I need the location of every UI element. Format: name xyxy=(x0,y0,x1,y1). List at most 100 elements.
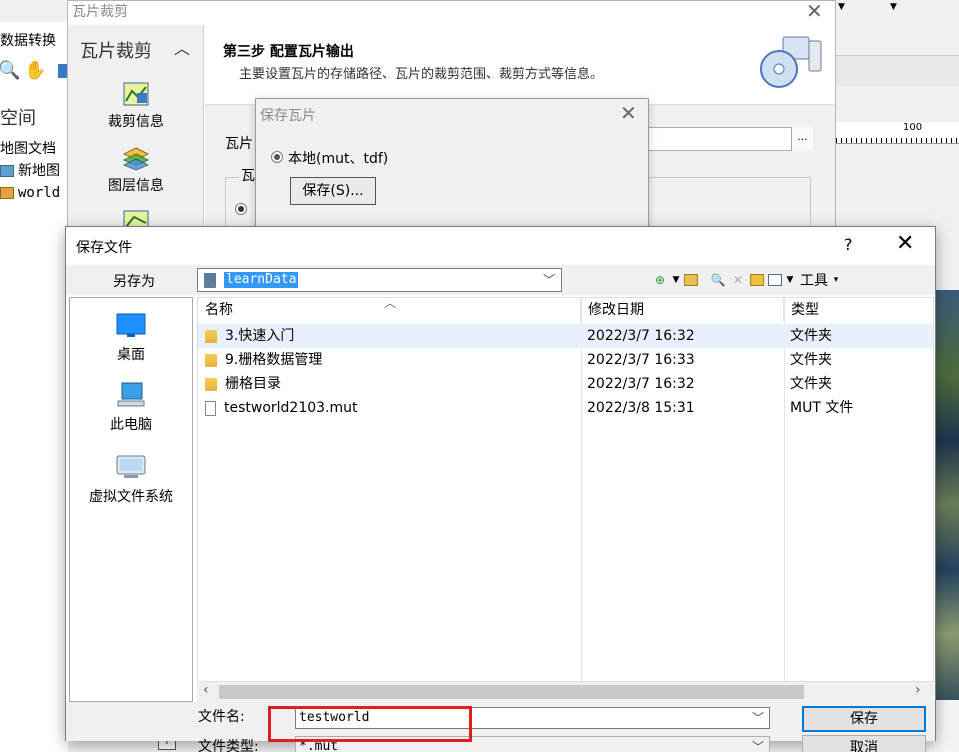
dropdown-arrow-icon[interactable]: ▼ xyxy=(838,2,845,12)
tile-sidebar: 瓦片裁剪 ︿ 裁剪信息 图层信息 xyxy=(68,25,204,241)
step-title: 第三步 配置瓦片输出 xyxy=(223,44,354,60)
cancel-button[interactable]: 取消 xyxy=(802,735,926,752)
tile-path-label: 瓦片 xyxy=(225,136,253,152)
layer-info-icon xyxy=(122,147,150,171)
new-map-icon xyxy=(0,165,14,177)
local-radio-label[interactable]: 本地(mut、tdf) xyxy=(288,148,388,168)
file-name-cell: 3.快速入门 xyxy=(205,324,294,348)
file-type: 文件夹 xyxy=(790,376,832,392)
file-date: 2022/3/7 16:32 xyxy=(587,376,695,392)
place-virtual-fs[interactable]: 虚拟文件系统 xyxy=(70,454,192,506)
search-icon[interactable]: 🔍 xyxy=(710,272,726,288)
file-type-label: 文件类型: xyxy=(198,739,259,752)
save-file-dialog: 保存文件 ? ✕ 另存为 learnData ﹀ ⊕ ▼ 🔍 ✕ ▼ 工具 ▾ xyxy=(65,226,936,752)
nav-item-clip-info[interactable]: 裁剪信息 xyxy=(68,81,204,131)
column-header-date[interactable]: 修改日期 xyxy=(581,298,784,322)
file-name-label: 文件名: xyxy=(198,709,245,725)
file-date: 2022/3/7 16:33 xyxy=(587,352,695,368)
chevron-down-icon[interactable]: ﹀ xyxy=(752,709,764,726)
save-tile-titlebar: 保存瓦片 ✕ xyxy=(256,99,648,129)
scroll-left-icon[interactable]: ‹ xyxy=(203,682,209,698)
save-tile-title: 保存瓦片 xyxy=(260,108,316,124)
place-desktop[interactable]: 桌面 xyxy=(70,312,192,364)
sidebar-title: 瓦片裁剪 xyxy=(80,41,152,62)
tile-dialog-title: 瓦片裁剪 xyxy=(72,4,128,20)
dropdown-arrow-icon[interactable]: ▼ xyxy=(672,272,680,288)
horizontal-scrollbar[interactable]: ‹ › xyxy=(197,682,934,702)
chevron-down-icon[interactable]: ﹀ xyxy=(543,271,555,288)
browse-button[interactable]: ... xyxy=(791,127,813,151)
tree-item-map-document[interactable]: 地图文档 xyxy=(0,138,68,160)
step-description: 主要设置瓦片的存储路径、瓦片的裁剪范围、裁剪方式等信息。 xyxy=(239,67,604,82)
file-list[interactable]: ︿ 名称 修改日期 类型 3.快速入门 2022/3/7 16:32 文件夹 9… xyxy=(197,297,934,682)
background-right-toolbar xyxy=(836,0,959,56)
chevron-up-icon[interactable]: ︿ xyxy=(174,35,190,59)
new-folder-icon[interactable] xyxy=(750,274,764,286)
tile-dialog-titlebar: 瓦片裁剪 ✕ xyxy=(68,0,835,23)
tree-item-label: 新地图 xyxy=(18,163,60,179)
file-row[interactable]: testworld2103.mut 2022/3/8 15:31 MUT 文件 xyxy=(198,396,933,420)
scrollbar-thumb[interactable] xyxy=(219,685,804,699)
zoom-icon[interactable]: 🔍 xyxy=(0,60,20,81)
nav-item-layer-info[interactable]: 图层信息 xyxy=(68,145,204,195)
close-icon[interactable]: ✕ xyxy=(896,231,914,256)
dropdown-arrow-icon[interactable]: ▾ xyxy=(832,272,840,288)
computer-icon xyxy=(117,382,145,407)
file-type: 文件夹 xyxy=(790,328,832,344)
chevron-down-icon[interactable]: ﹀ xyxy=(752,738,764,752)
scroll-right-icon[interactable]: › xyxy=(915,682,921,698)
close-icon[interactable]: ✕ xyxy=(806,0,823,23)
places-bar: 桌面 此电脑 虚拟文件系统 xyxy=(69,297,193,702)
file-type: MUT 文件 xyxy=(790,400,854,416)
nav-item-label: 图层信息 xyxy=(108,178,164,194)
back-icon[interactable]: ⊕ xyxy=(652,272,668,288)
place-label: 虚拟文件系统 xyxy=(89,489,173,505)
tile-path-input[interactable] xyxy=(645,127,813,151)
file-icon xyxy=(205,400,216,416)
local-radio[interactable] xyxy=(271,151,283,163)
workspace-tree: 地图文档 新地图 world xyxy=(0,138,68,204)
pan-hand-icon[interactable]: ✋ xyxy=(24,60,46,81)
save-in-label: 另存为 xyxy=(113,274,155,290)
save-button[interactable]: 保存 xyxy=(802,706,926,732)
column-header-name[interactable]: 名称 xyxy=(198,298,581,322)
dropdown-arrow-icon[interactable]: ▼ xyxy=(890,2,897,12)
place-this-pc[interactable]: 此电脑 xyxy=(70,382,192,434)
file-name-cell: testworld2103.mut xyxy=(205,396,358,420)
place-label: 此电脑 xyxy=(110,417,152,433)
desktop-icon xyxy=(116,313,146,337)
save-file-toolbar: 另存为 learnData ﹀ ⊕ ▼ 🔍 ✕ ▼ 工具 ▾ xyxy=(66,265,935,295)
delete-icon[interactable]: ✕ xyxy=(730,272,746,288)
file-row[interactable]: 3.快速入门 2022/3/7 16:32 文件夹 xyxy=(198,324,933,348)
file-date: 2022/3/8 15:31 xyxy=(587,400,695,416)
virtual-fs-icon xyxy=(116,455,146,478)
column-header-label: 修改日期 xyxy=(588,302,644,318)
view-menu-icon[interactable] xyxy=(768,274,782,286)
tree-item-label: world xyxy=(18,185,61,201)
tree-item-new-map[interactable]: 新地图 xyxy=(0,160,68,182)
ruler-label: 100 xyxy=(903,122,923,133)
tree-item-label: 地图文档 xyxy=(0,141,56,157)
save-file-footer: 文件名: testworld ﹀ 文件类型: *.mut ﹀ 保存 取消 xyxy=(66,702,935,752)
dropdown-arrow-icon[interactable]: ▼ xyxy=(786,272,794,288)
save-tile-button[interactable]: 保存(S)... xyxy=(290,177,376,205)
option-radio[interactable] xyxy=(235,203,247,215)
column-header-type[interactable]: 类型 xyxy=(784,298,933,322)
file-row[interactable]: 9.栅格数据管理 2022/3/7 16:33 文件夹 xyxy=(198,348,933,372)
help-button[interactable]: ? xyxy=(844,235,853,254)
location-value: learnData xyxy=(224,272,299,288)
ruler xyxy=(836,122,959,144)
file-toolbar-buttons: ⊕ ▼ 🔍 ✕ ▼ 工具 ▾ xyxy=(652,270,840,290)
file-row[interactable]: 栅格目录 2022/3/7 16:32 文件夹 xyxy=(198,372,933,396)
close-icon[interactable]: ✕ xyxy=(620,101,637,125)
location-combobox[interactable]: learnData ﹀ xyxy=(197,268,562,292)
tools-menu[interactable]: 工具 xyxy=(800,270,828,290)
data-convert-label[interactable]: 数据转换 xyxy=(0,30,56,50)
tree-item-world[interactable]: world xyxy=(0,182,68,204)
up-folder-icon[interactable] xyxy=(684,274,698,286)
folder-icon xyxy=(205,377,217,391)
column-header-label: 类型 xyxy=(791,302,819,318)
save-file-title: 保存文件 xyxy=(76,240,132,256)
file-name: 9.栅格数据管理 xyxy=(225,352,323,368)
tile-step-header: 第三步 配置瓦片输出 主要设置瓦片的存储路径、瓦片的裁剪范围、裁剪方式等信息。 xyxy=(205,21,835,105)
